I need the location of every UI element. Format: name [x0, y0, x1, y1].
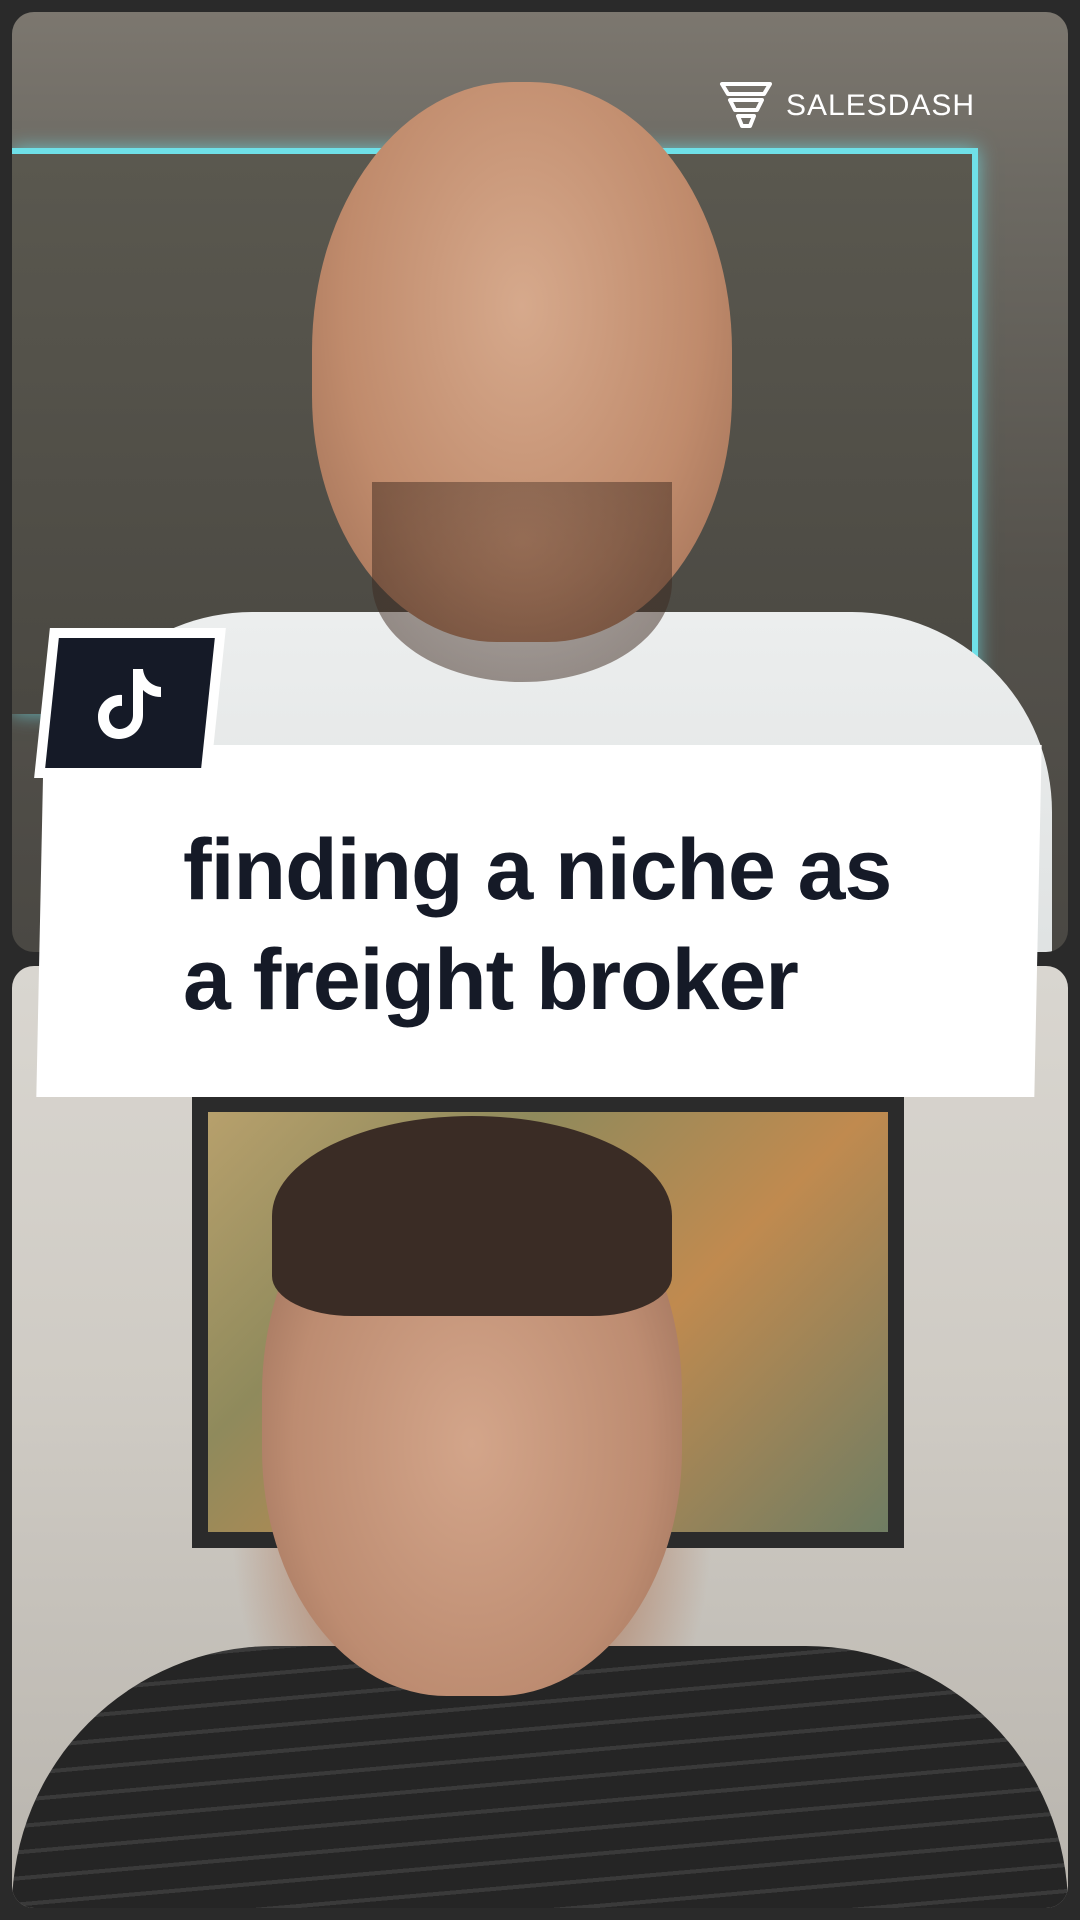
participant-beard	[372, 482, 672, 682]
brand-name: SALESDASH	[786, 89, 976, 122]
participant-hair	[272, 1116, 672, 1316]
video-frame: SALESDASH finding a niche as a freight b…	[0, 0, 1080, 1920]
caption-line-2: a freight broker	[183, 932, 799, 1028]
tiktok-badge-inner	[45, 638, 215, 768]
participant-video-bottom	[12, 966, 1068, 1908]
brand-logo: SALESDASH	[718, 80, 975, 132]
caption-line-1: finding a niche as	[183, 822, 892, 918]
tiktok-icon	[98, 669, 161, 739]
caption-title: finding a niche as a freight broker	[183, 815, 1023, 1035]
funnel-logo-icon	[720, 82, 772, 128]
